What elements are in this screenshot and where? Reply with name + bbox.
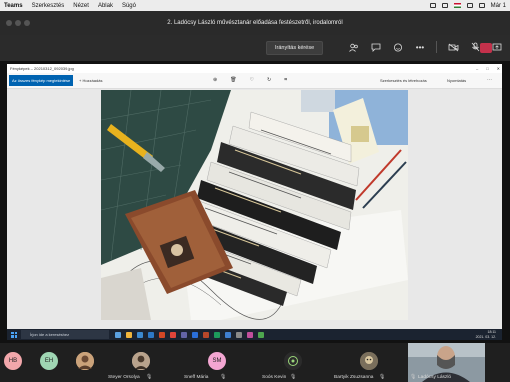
status-icon[interactable] [441,3,448,8]
more-icon[interactable]: ••• [414,41,426,53]
hungarian-flag-icon[interactable] [453,3,461,8]
avatar [284,352,302,370]
participant-strip: HB EH Steyer Orsolya 🎙 SM Sneff Mária 🎙 … [0,343,510,382]
photo-filename: Fényképek – 20210312_092039.jpg [10,66,74,71]
close-window-button[interactable] [6,20,12,26]
taskbar-search-input[interactable]: Írjon ide a kereséshez [21,330,109,339]
task-view-icon[interactable] [115,331,121,338]
word-icon[interactable] [192,331,198,338]
menubar-clock[interactable]: Már 1 [491,3,506,9]
menu-help[interactable]: Súgó [122,3,136,9]
print-button[interactable]: Nyomtatás [447,75,466,86]
toolbar-divider [436,41,437,53]
chrome-icon[interactable] [170,331,176,338]
mic-off-icon: 🎙 [410,374,417,380]
mic-off-icon: 🎙 [220,374,227,380]
meeting-title: 2. Ladócsy László művésztanár előadása f… [167,20,343,26]
photos-titlebar: Fényképek – 20210312_092039.jpg – □ ✕ [7,64,502,73]
menu-window[interactable]: Ablak [98,3,113,9]
more-options-icon[interactable]: ⋯ [487,75,492,86]
favorite-icon[interactable]: ♡ [250,75,254,86]
delete-icon[interactable]: 🗑 [230,75,236,86]
crop-icon[interactable]: ⌗ [284,75,287,86]
file-explorer-icon[interactable] [126,331,132,338]
close-icon[interactable]: ✕ [497,64,500,73]
meeting-toolbar: Irányítás kérése ••• [0,35,510,61]
photos-toolbar: Az összes fénykép megtekintése + Hozzáad… [7,73,502,89]
mic-off-icon: 🎙 [290,374,297,380]
chat-icon[interactable] [370,41,382,53]
edge-icon[interactable] [137,331,143,338]
camera-off-icon[interactable] [447,41,459,53]
window-controls [6,20,30,26]
store-icon[interactable] [148,331,154,338]
avatar: SM [208,352,226,370]
maximize-icon[interactable]: □ [486,64,488,73]
avatar [76,352,94,370]
menubar-status: Már 1 [429,3,506,9]
menu-bar: Teams Szerkesztés Nézet Ablak Súgó Már 1 [0,0,510,11]
zoom-window-button[interactable] [24,20,30,26]
edit-create-menu[interactable]: Szerkesztés és létrehozás [380,75,427,86]
participant-name: Soós Kevin [262,375,287,380]
teams-icon[interactable] [181,331,187,338]
photos-icon[interactable] [225,331,231,338]
rotate-icon[interactable]: ↻ [267,75,271,86]
request-control-button[interactable]: Irányítás kérése [266,41,324,55]
app-icon[interactable] [258,331,264,338]
window-titlebar: 2. Ladócsy László művésztanár előadása f… [0,11,510,35]
participant-name: Sneff Mária [184,375,209,380]
participant-name: Ladócsy László [418,375,452,380]
powerpoint-icon[interactable] [203,331,209,338]
app-icon[interactable] [247,331,253,338]
taskbar-apps [115,331,264,338]
shared-screen: Fényképek – 20210312_092039.jpg – □ ✕ Az… [0,61,510,343]
participants-icon[interactable] [348,41,360,53]
wifi-icon[interactable] [478,3,485,8]
participant-name: Steyer Orsolya [108,375,140,380]
excel-icon[interactable] [214,331,220,338]
taskbar-clock[interactable]: 18:11 2021. 03. 12. [476,330,496,339]
windows-taskbar: Írjon ide a kereséshez 18:11 2021. 03. 1… [7,329,502,340]
avatar [132,352,150,370]
minimize-icon[interactable]: – [476,64,478,73]
book-stack-photo [101,90,408,320]
battery-icon[interactable] [466,3,473,8]
photos-window-controls: – □ ✕ [476,64,500,73]
shared-desktop: Fényképek – 20210312_092039.jpg – □ ✕ Az… [7,64,502,340]
office-icon[interactable] [159,331,165,338]
leave-button[interactable] [480,43,492,53]
start-icon[interactable] [11,331,17,338]
photo-actions: ⊕ 🗑 ♡ ↻ ⌗ [213,75,287,86]
see-all-photos-button[interactable]: Az összes fénykép megtekintése [9,75,73,86]
menu-teams[interactable]: Teams [4,3,23,9]
menu-edit[interactable]: Szerkesztés [32,3,65,9]
settings-icon[interactable] [236,331,242,338]
add-button[interactable]: + Hozzáadás [79,75,102,86]
avatar: HB [4,352,22,370]
menu-view[interactable]: Nézet [73,3,89,9]
participant-name: Bartyik Zsuzsanna [334,375,374,380]
minimize-window-button[interactable] [15,20,21,26]
reactions-icon[interactable] [392,41,404,53]
avatar [360,352,378,370]
status-icon[interactable] [429,3,436,8]
share-icon[interactable] [491,41,503,53]
participant-video-tile[interactable]: Ladócsy László 🎙 [408,343,485,382]
zoom-icon[interactable]: ⊕ [213,75,217,86]
mic-off-icon: 🎙 [379,374,386,380]
photo-illustration [101,90,408,320]
mic-off-icon: 🎙 [146,374,153,380]
avatar: EH [40,352,58,370]
taskbar-date: 2021. 03. 12. [475,334,496,339]
